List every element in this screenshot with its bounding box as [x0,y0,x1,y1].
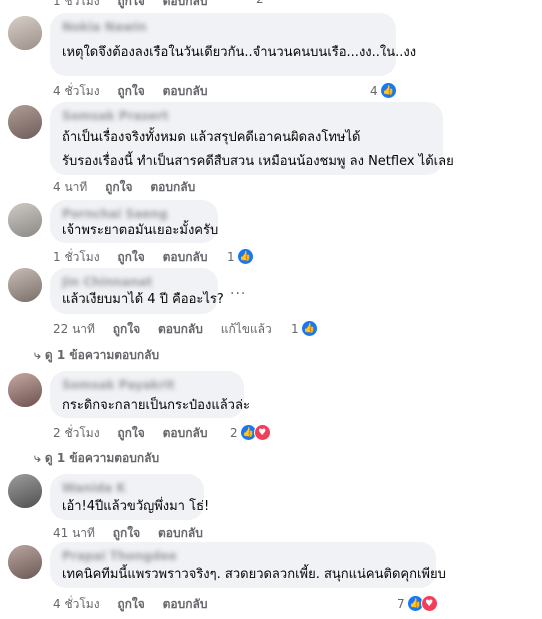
like-link[interactable]: ถูกใจ [113,322,140,336]
like-link[interactable]: ถูกใจ [117,250,144,264]
comment-actions: 41 นาที ถูกใจ ตอบกลับ [53,524,217,543]
comment-text: เทคนิคทีมนี้แพรวพราวจริงๆ. สวดยวดลวกเพี้… [62,567,446,582]
comment-bubble: Nokia Nawin เหตุใดจึงต้องลงเรือในวันเดีย… [50,13,417,76]
commenter-name[interactable]: Pornchai Saeng [62,207,206,221]
edited-label[interactable]: แก้ไขแล้ว [221,322,272,336]
reaction-summary[interactable]: 7 👍 ♥ [397,595,438,612]
reply-link[interactable]: ตอบกลับ [163,426,208,440]
comment-time[interactable]: 4 ชั่วโมง [53,597,100,611]
comment-bubble: Wanida K เอ้า!4ปีแล้วขวัญพึ่งมา โธ่! [50,474,210,520]
avatar[interactable] [8,203,42,237]
reaction-summary[interactable]: 2 👍 ♥ [230,424,271,441]
reply-link[interactable]: ตอบกลับ [158,322,203,336]
avatar[interactable] [8,373,42,407]
reaction-summary[interactable]: 1 👍 [291,320,318,337]
comment-text: เอ้า!4ปีแล้วขวัญพึ่งมา โธ่! [62,499,210,514]
reply-arrow-icon: ⤷ [34,348,41,362]
commenter-name[interactable]: Wanida K [62,481,192,495]
comment-text: กระดิกจะกลายเป็นกระป๋องแล้วล่ะ [62,398,250,413]
like-reaction-icon: 👍 [300,320,318,337]
reply-link[interactable]: ตอบกลับ [163,250,208,264]
comment-bubble: Prapai Thongdee เทคนิคทีมนี้แพรวพราวจริง… [50,542,446,588]
like-link[interactable]: ถูกใจ [113,526,140,540]
reply-link[interactable]: ตอบกลับ [163,84,208,98]
comment-actions-partial: 1 ชั่วโมง ถูกใจ ตอบกลับ [53,0,221,11]
comment-time[interactable]: 1 ชั่วโมง [53,0,100,8]
comment-time[interactable]: 2 ชั่วโมง [53,426,100,440]
like-link[interactable]: ถูกใจ [117,426,144,440]
like-link[interactable]: ถูกใจ [117,597,144,611]
commenter-name[interactable]: Prapai Thongdee [62,549,424,563]
commenter-name[interactable]: Nokia Nawin [62,20,384,34]
love-reaction-icon: ♥ [420,595,438,612]
comment-time[interactable]: 4 นาที [53,180,87,194]
view-replies-link[interactable]: ⤷ ดู 1 ข้อความตอบกลับ [34,449,159,468]
commenter-name[interactable]: Somsak Payakrit [62,378,232,392]
commenter-name[interactable]: Jin Chinnanat [62,275,206,289]
reaction-summary[interactable]: 2 [256,0,264,6]
more-options-icon[interactable]: ··· [230,286,246,302]
comment-actions: 4 ชั่วโมง ถูกใจ ตอบกลับ [53,82,221,101]
avatar[interactable] [8,268,42,302]
reply-link[interactable]: ตอบกลับ [150,180,195,194]
love-reaction-icon: ♥ [253,424,271,441]
avatar[interactable] [8,105,42,139]
comment-actions: 22 นาที ถูกใจ ตอบกลับ แก้ไขแล้ว [53,320,286,339]
like-reaction-icon: 👍 [236,248,254,265]
commenter-name[interactable]: Somsak Prasert [62,109,431,123]
reaction-summary[interactable]: 1 👍 [227,248,254,265]
like-link[interactable]: ถูกใจ [105,180,132,194]
comment-time[interactable]: 41 นาที [53,526,95,540]
comment-actions: 2 ชั่วโมง ถูกใจ ตอบกลับ [53,424,221,443]
comment-time[interactable]: 22 นาที [53,322,95,336]
reply-link[interactable]: ตอบกลับ [163,597,208,611]
reply-link[interactable]: ตอบกลับ [163,0,208,8]
comment-actions: 1 ชั่วโมง ถูกใจ ตอบกลับ [53,248,221,267]
avatar[interactable] [8,474,42,508]
like-link[interactable]: ถูกใจ [117,84,144,98]
comment-time[interactable]: 1 ชั่วโมง [53,250,100,264]
reply-arrow-icon: ⤷ [34,451,41,465]
comment-actions: 4 ชั่วโมง ถูกใจ ตอบกลับ [53,595,221,614]
reaction-summary[interactable]: 4 👍 [370,82,397,99]
reply-link[interactable]: ตอบกลับ [158,526,203,540]
like-link[interactable]: ถูกใจ [117,0,144,8]
comment-text: แล้วเงียบมาได้ 4 ปี คืออะไร? [62,292,224,307]
comment-actions: 4 นาที ถูกใจ ตอบกลับ [53,178,209,197]
comment-bubble: Jin Chinnanat แล้วเงียบมาได้ 4 ปี คืออะไ… [50,268,224,314]
comment-bubble: Pornchai Saeng เจ้าพระยาตอมันเยอะมั้งครั… [50,200,218,243]
comment-text: เจ้าพระยาตอมันเยอะมั้งครับ [62,223,219,238]
comment-time[interactable]: 4 ชั่วโมง [53,84,100,98]
view-replies-link[interactable]: ⤷ ดู 1 ข้อความตอบกลับ [34,346,159,365]
avatar[interactable] [8,545,42,579]
like-reaction-icon: 👍 [379,82,397,99]
comment-text: ถ้าเป็นเรื่องจริงทั้งหมด แล้วสรุปคดีเอาค… [62,130,361,145]
comment-text: เหตุใดจึงต้องลงเรือในวันเดียวกัน..จำนวนค… [62,45,417,60]
comment-bubble: Somsak Prasert ถ้าเป็นเรื่องจริงทั้งหมด … [50,102,454,175]
avatar[interactable] [8,16,42,50]
comment-text: รับรองเรื่องนี้ ทำเป็นสารคดีสืบสวน เหมือ… [62,154,454,169]
comment-bubble: Somsak Payakrit กระดิกจะกลายเป็นกระป๋องแ… [50,371,250,418]
